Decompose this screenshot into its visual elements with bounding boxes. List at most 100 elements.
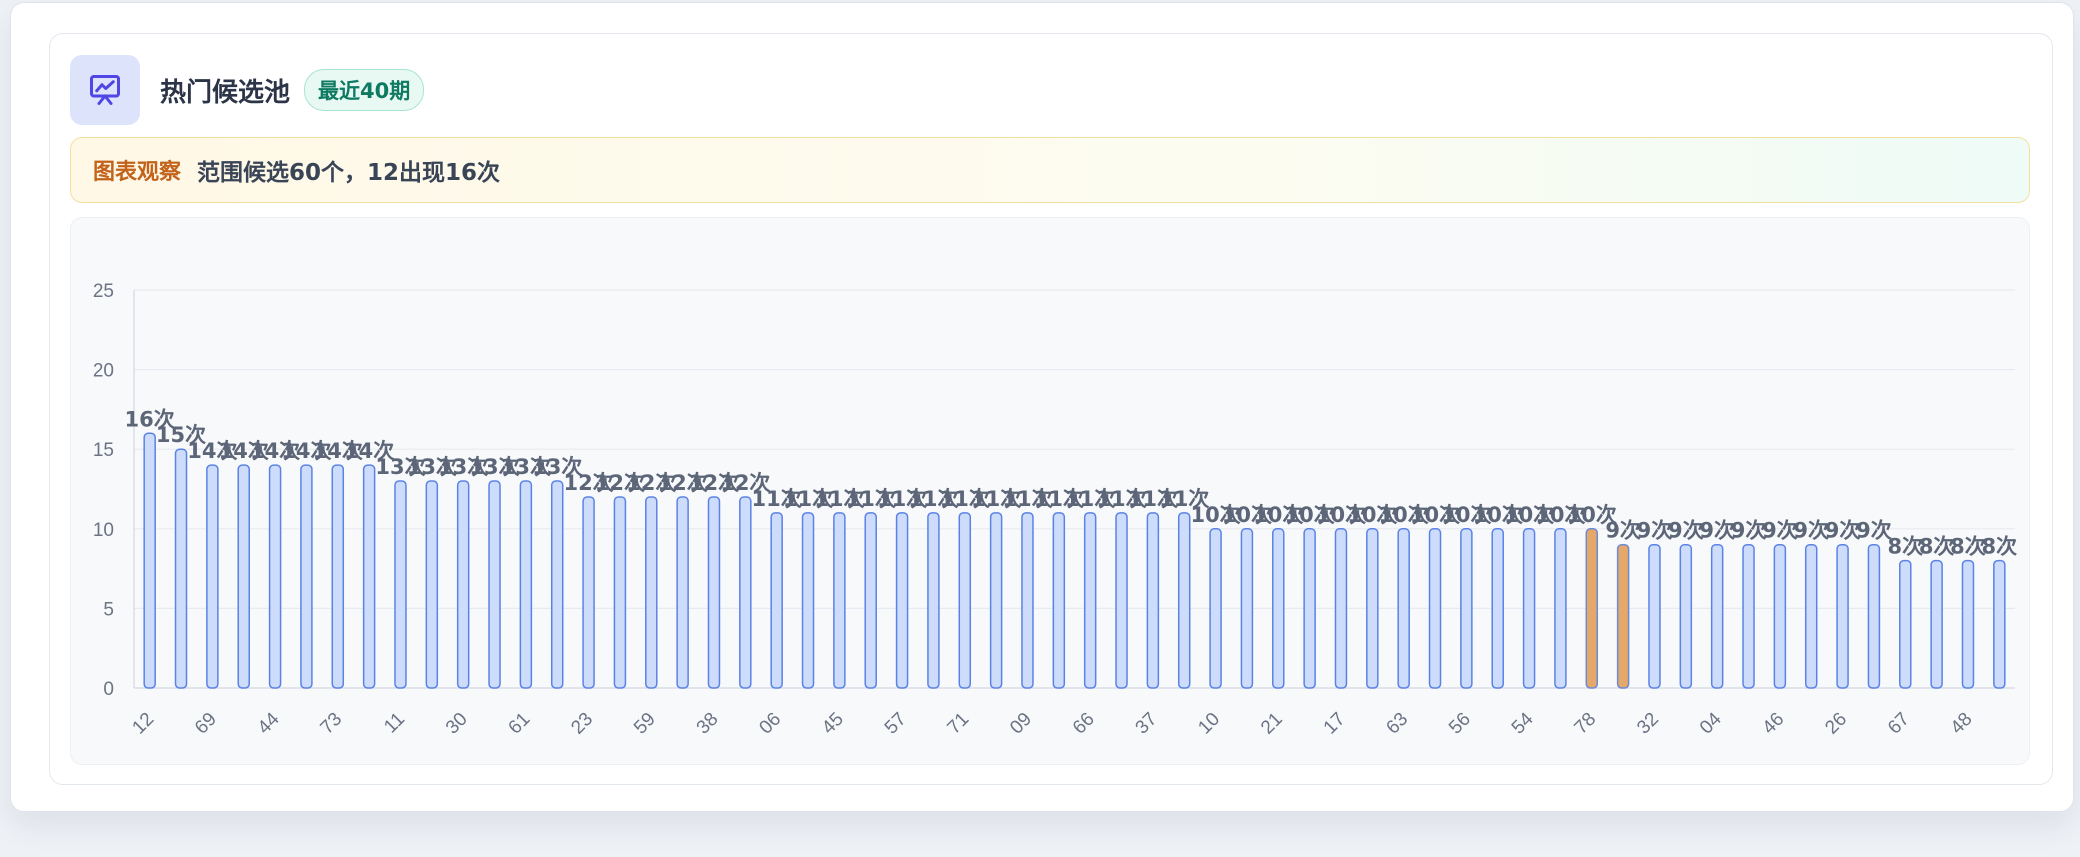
x-tick-label: 17 [1320, 709, 1350, 739]
bar [676, 496, 689, 689]
x-tick-label: 11 [380, 709, 409, 738]
x-tick-label: 37 [1132, 709, 1162, 739]
bar [1836, 543, 1849, 689]
observation-label: 图表观察 [93, 160, 182, 185]
x-tick-label: 48 [1947, 709, 1977, 739]
y-tick-label: 20 [93, 361, 114, 382]
bar [770, 512, 783, 689]
bar [1491, 528, 1504, 689]
bar [143, 432, 156, 689]
bar [833, 512, 846, 689]
bar [1773, 543, 1787, 689]
bar [1083, 512, 1097, 689]
bar [958, 512, 972, 689]
bar [1397, 528, 1410, 689]
bar [989, 512, 1003, 689]
card-title: 热门候选池 [160, 77, 291, 108]
page-container: 热门候选池 最近40期 图表观察 范围候选60个，12出现16次 0 5 10 15 2… [10, 2, 2074, 812]
bar [1272, 528, 1285, 689]
x-tick-label: 67 [1884, 709, 1914, 739]
bar-value-label: 8次 [1919, 535, 1955, 559]
y-tick-label: 15 [93, 440, 114, 461]
bar [582, 496, 595, 689]
bar [1648, 543, 1661, 689]
bar-value-label: 9次 [1762, 519, 1798, 543]
hot-candidate-card: 热门候选池 最近40期 图表观察 范围候选60个，12出现16次 0 5 10 15 2… [49, 33, 2053, 785]
x-tick-label: 61 [505, 709, 535, 739]
bar-value-label: 9次 [1637, 519, 1673, 543]
bar [1867, 543, 1881, 689]
y-tick-label: 0 [103, 679, 114, 700]
presentation-chart-icon [70, 55, 140, 125]
bar [1742, 543, 1755, 689]
bar [1522, 528, 1536, 689]
bar [394, 480, 407, 689]
bar [1930, 559, 1943, 689]
bar-value-label: 9次 [1856, 519, 1892, 543]
bar [1209, 528, 1222, 689]
x-tick-label: 63 [1382, 709, 1412, 739]
bar [645, 496, 658, 689]
x-tick-label: 59 [630, 709, 660, 739]
bar-highlighted [1585, 528, 1599, 689]
bar [1428, 528, 1442, 689]
x-tick-label: 04 [1696, 708, 1726, 738]
bar [1899, 559, 1912, 689]
bar [1366, 528, 1379, 689]
bar [1021, 512, 1034, 689]
bar [268, 464, 282, 689]
x-tick-label: 69 [191, 709, 221, 739]
bar [739, 496, 752, 689]
x-tick-label: 12 [128, 709, 158, 739]
bar [1804, 543, 1818, 689]
chart-panel: 0 5 10 15 20 25 16次 15次 14次 14次 14次 14次 14次 14次 13次 13次… [70, 217, 2030, 765]
x-tick-label: 66 [1069, 709, 1099, 739]
bar-value-label: 9次 [1825, 519, 1861, 543]
bar [707, 496, 721, 689]
bar [1993, 559, 2006, 689]
bar [1177, 512, 1191, 689]
x-tick-label: 46 [1759, 709, 1789, 739]
bar [550, 480, 564, 689]
bar [519, 480, 533, 689]
bar [237, 464, 250, 689]
bar [895, 512, 909, 689]
bar [1146, 512, 1160, 689]
x-tick-label: 45 [818, 709, 848, 739]
bar [864, 512, 877, 689]
x-tick-label: 73 [317, 709, 347, 739]
x-tick-label: 44 [254, 708, 284, 738]
bar [425, 480, 439, 689]
bar [1554, 528, 1567, 689]
bar [801, 512, 815, 689]
bar [331, 464, 345, 689]
bar [1052, 512, 1066, 689]
frequency-bar-chart: 051015202516次15次14次14次14次14次14次14次13次13次… [93, 281, 2018, 739]
y-tick-label: 25 [93, 281, 114, 302]
chart-observation-banner: 图表观察 范围候选60个，12出现16次 [70, 137, 2030, 203]
x-tick-label: 06 [755, 709, 785, 739]
bar-highlighted [1616, 543, 1630, 689]
bar [1679, 543, 1693, 689]
period-badge: 最近40期 [304, 69, 425, 111]
x-tick-label: 54 [1508, 708, 1538, 738]
bar [300, 464, 313, 689]
bar-value-label: 8次 [1982, 535, 2018, 559]
x-tick-label: 32 [1633, 709, 1663, 739]
x-tick-label: 26 [1821, 709, 1851, 739]
bar [206, 464, 219, 689]
bar [1240, 528, 1254, 689]
bar [456, 480, 470, 689]
x-tick-label: 71 [944, 709, 974, 739]
bar [1460, 528, 1473, 689]
card-header: 热门候选池 最近40期 [70, 54, 425, 126]
y-tick-label: 5 [103, 599, 114, 620]
bar [488, 480, 501, 689]
x-tick-label: 38 [693, 709, 723, 739]
x-tick-label: 56 [1445, 709, 1475, 739]
bar [1303, 528, 1316, 689]
observation-text: 范围候选60个，12出现16次 [197, 160, 501, 186]
x-tick-label: 30 [442, 709, 472, 739]
x-tick-label: 57 [881, 709, 911, 739]
bar [174, 448, 188, 689]
